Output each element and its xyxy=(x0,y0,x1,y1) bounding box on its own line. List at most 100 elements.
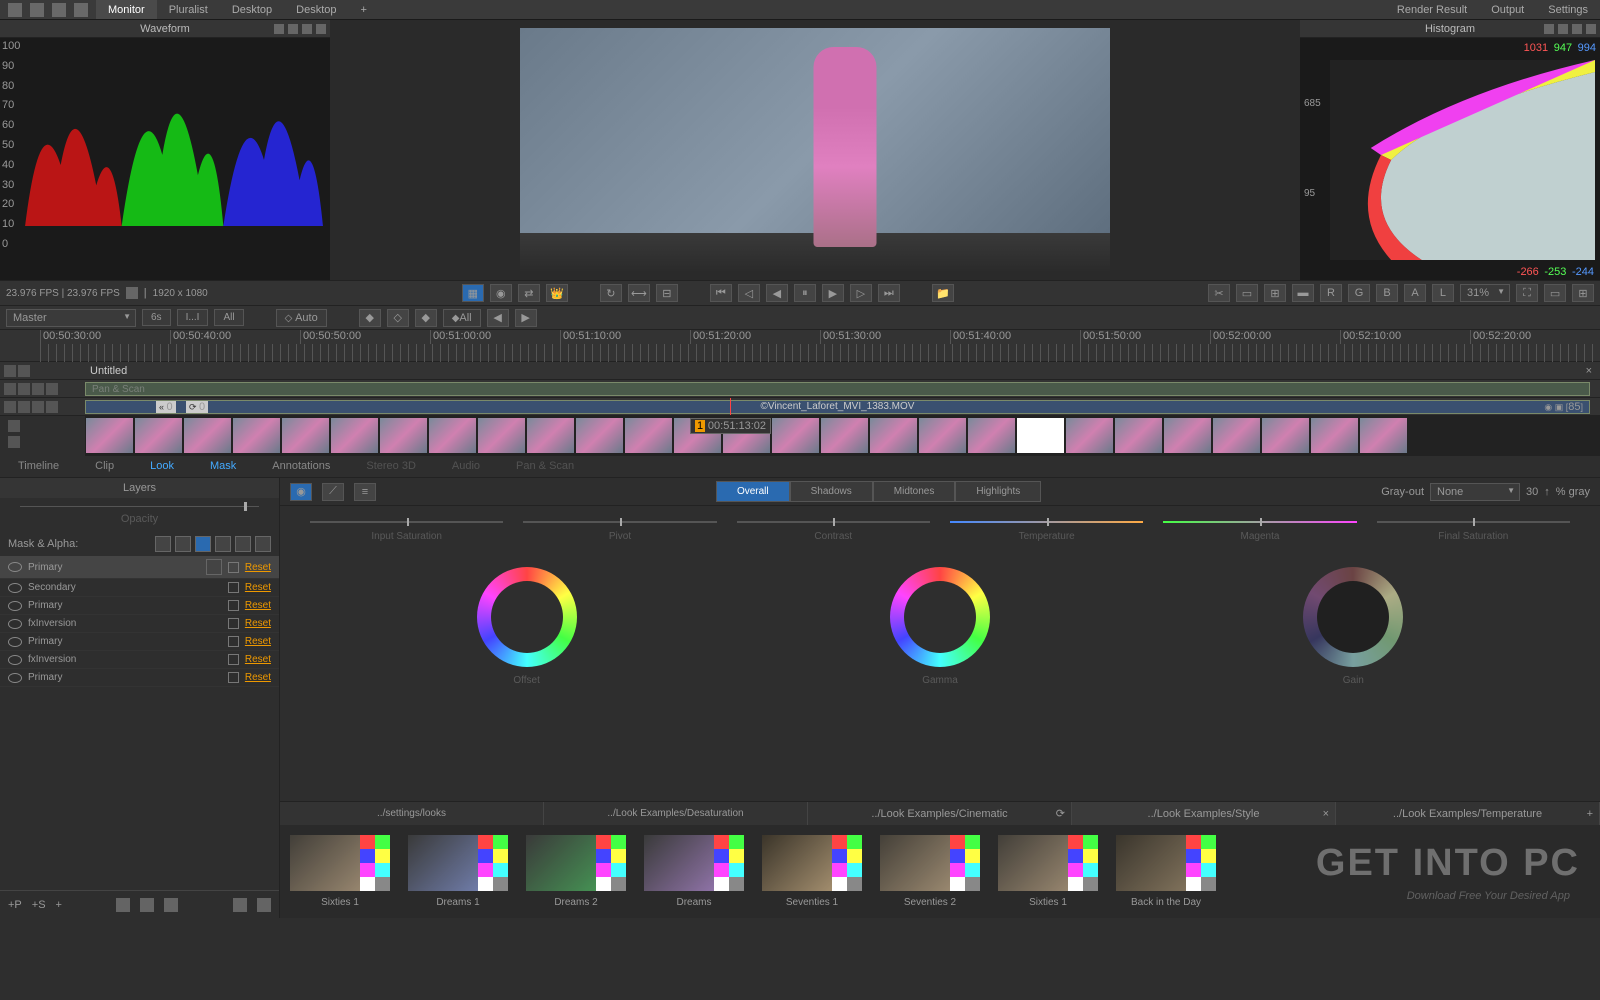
arrow-up-icon[interactable]: ↑ xyxy=(1544,486,1550,498)
clip-in-b[interactable]: ⟳ 0 xyxy=(186,401,208,413)
keyframe-prev[interactable]: ◆ xyxy=(359,309,381,327)
view-sliders-icon[interactable]: ≡ xyxy=(354,483,376,501)
layer-item[interactable]: PrimaryReset xyxy=(0,669,279,687)
preset-item[interactable]: Dreams 2 xyxy=(526,835,626,908)
preset-item[interactable]: Back in the Day xyxy=(1116,835,1216,908)
filmstrip-thumb[interactable] xyxy=(331,418,378,453)
layout-icon[interactable]: ⊞ xyxy=(1572,284,1594,302)
filmstrip-thumb[interactable] xyxy=(1164,418,1211,453)
options-icon[interactable] xyxy=(233,898,247,912)
pause-button[interactable]: ⏸ xyxy=(794,284,816,302)
mode-button-2[interactable]: ◉ xyxy=(490,284,512,302)
time-ruler[interactable]: 00:50:30:0000:50:40:0000:50:50:0000:51:0… xyxy=(0,330,1600,362)
preset-item[interactable]: Seventies 2 xyxy=(880,835,980,908)
lock-icon[interactable] xyxy=(18,365,30,377)
preset-tab-temperature[interactable]: ../Look Examples/Temperature + xyxy=(1336,802,1600,825)
eye-icon[interactable] xyxy=(32,383,44,395)
filmstrip-thumb[interactable] xyxy=(821,418,868,453)
reset-button[interactable]: Reset xyxy=(245,582,271,593)
close-icon[interactable] xyxy=(316,24,326,34)
go-start-button[interactable]: ⏮ xyxy=(710,284,732,302)
layer-item[interactable]: PrimaryReset xyxy=(0,597,279,615)
filmstrip-thumb[interactable] xyxy=(184,418,231,453)
auto-button[interactable]: ◇ Auto xyxy=(276,309,327,327)
mask-mode-1[interactable] xyxy=(155,536,171,552)
reset-button[interactable]: Reset xyxy=(245,654,271,665)
zoom-dropdown[interactable]: 31% xyxy=(1460,284,1510,302)
video-track[interactable]: « 0 ⟳ 0 ©Vincent_Laforet_MVI_1383.MOV ◉ … xyxy=(0,398,1600,416)
menu-settings[interactable]: Settings xyxy=(1536,0,1600,20)
clip-in-a[interactable]: « 0 xyxy=(156,401,176,413)
keyframe-next[interactable]: ◆ xyxy=(415,309,437,327)
step-forward-button[interactable]: ▷ xyxy=(850,284,872,302)
video-clip[interactable]: « 0 ⟳ 0 ©Vincent_Laforet_MVI_1383.MOV ◉ … xyxy=(85,400,1590,414)
eye-icon[interactable] xyxy=(32,401,44,413)
channel-g[interactable]: G xyxy=(1348,284,1370,302)
filmstrip-thumb[interactable] xyxy=(1311,418,1358,453)
preset-item[interactable]: Sixties 1 xyxy=(290,835,390,908)
preset-tab-cinematic[interactable]: ../Look Examples/Cinematic ⟳ xyxy=(808,802,1072,825)
channel-a[interactable]: A xyxy=(1404,284,1426,302)
menu-render-result[interactable]: Render Result xyxy=(1385,0,1479,20)
add-layer-button[interactable]: + xyxy=(56,899,62,911)
preset-tab-settings[interactable]: ../settings/looks xyxy=(280,802,544,825)
eye-icon[interactable] xyxy=(8,637,22,647)
slider-pivot[interactable]: Pivot xyxy=(523,521,716,542)
view-curves-icon[interactable]: ⟋ xyxy=(322,483,344,501)
tl-icon[interactable] xyxy=(8,420,20,432)
layer-checkbox[interactable] xyxy=(228,636,239,647)
tab-timeline[interactable]: Timeline xyxy=(0,456,77,477)
playhead[interactable] xyxy=(730,398,731,415)
channel-l[interactable]: L xyxy=(1432,284,1454,302)
refresh-icon[interactable]: ⟳ xyxy=(1056,802,1065,826)
mode-button-3[interactable]: ⇄ xyxy=(518,284,540,302)
grayout-dropdown[interactable]: None xyxy=(1430,483,1520,501)
layer-checkbox[interactable] xyxy=(228,654,239,665)
reset-button[interactable]: Reset xyxy=(245,562,271,573)
filmstrip[interactable] xyxy=(85,416,1600,456)
layer-item[interactable]: SecondaryReset xyxy=(0,579,279,597)
undo-icon[interactable] xyxy=(52,3,66,17)
nav-next[interactable]: ▶ xyxy=(515,309,537,327)
layer-checkbox[interactable] xyxy=(228,582,239,593)
add-primary-button[interactable]: +P xyxy=(8,899,22,911)
filmstrip-thumb[interactable] xyxy=(86,418,133,453)
menu-icon[interactable] xyxy=(1544,24,1554,34)
tab-clip[interactable]: Clip xyxy=(77,456,132,477)
mask-mode-3[interactable] xyxy=(195,536,211,552)
slider-input-saturation[interactable]: Input Saturation xyxy=(310,521,503,542)
grayout-value[interactable]: 30 xyxy=(1526,486,1538,498)
play-button[interactable]: ▶ xyxy=(822,284,844,302)
filmstrip-thumb[interactable] xyxy=(772,418,819,453)
eye-icon[interactable] xyxy=(8,655,22,665)
reset-button[interactable]: Reset xyxy=(245,618,271,629)
tab-panscan[interactable]: Pan & Scan xyxy=(498,456,592,477)
pin-icon[interactable] xyxy=(1558,24,1568,34)
filmstrip-thumb[interactable] xyxy=(1360,418,1407,453)
aspect-icon[interactable]: ▭ xyxy=(1544,284,1566,302)
overlay-icon[interactable]: ▭ xyxy=(1236,284,1258,302)
filmstrip-thumb[interactable] xyxy=(625,418,672,453)
lock-icon[interactable] xyxy=(18,383,30,395)
menu-output[interactable]: Output xyxy=(1479,0,1536,20)
layer-checkbox[interactable] xyxy=(228,562,239,573)
lock-icon[interactable] xyxy=(1572,24,1582,34)
open-icon[interactable] xyxy=(8,3,22,17)
filmstrip-thumb[interactable] xyxy=(1115,418,1162,453)
range-button[interactable]: ⟷ xyxy=(628,284,650,302)
workspace-tab-desktop1[interactable]: Desktop xyxy=(220,0,284,19)
filmstrip-thumb[interactable] xyxy=(919,418,966,453)
tl-icon[interactable] xyxy=(4,383,16,395)
preset-tab-desaturation[interactable]: ../Look Examples/Desaturation xyxy=(544,802,808,825)
trash-icon[interactable] xyxy=(257,898,271,912)
pan-scan-clip[interactable]: Pan & Scan xyxy=(85,382,1590,396)
range-io[interactable]: I...I xyxy=(177,309,209,326)
crop-icon[interactable]: ✂ xyxy=(1208,284,1230,302)
filmstrip-thumb[interactable] xyxy=(527,418,574,453)
filmstrip-thumb[interactable] xyxy=(429,418,476,453)
preset-item[interactable]: Seventies 1 xyxy=(762,835,862,908)
tl-icon[interactable] xyxy=(4,401,16,413)
wheel-gamma[interactable]: Gamma xyxy=(890,567,990,686)
pan-scan-track[interactable]: Pan & Scan xyxy=(0,380,1600,398)
slider-final-saturation[interactable]: Final Saturation xyxy=(1377,521,1570,542)
